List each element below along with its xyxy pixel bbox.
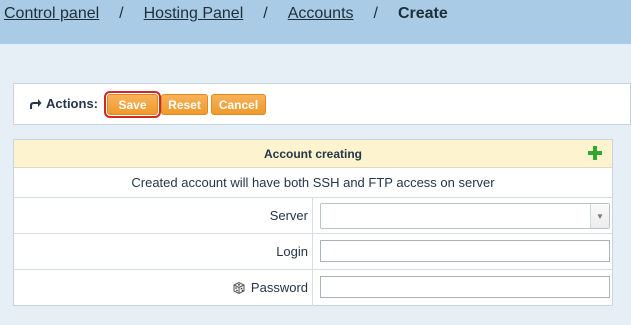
actions-label: Actions: — [46, 96, 98, 111]
form-info-text: Created account will have both SSH and F… — [131, 175, 495, 190]
breadcrumb: Control panel / Hosting Panel / Accounts… — [4, 4, 448, 24]
breadcrumb-accounts[interactable]: Accounts — [288, 5, 354, 23]
login-input[interactable] — [320, 240, 610, 262]
plus-icon[interactable] — [588, 146, 602, 160]
top-bar: Control panel / Hosting Panel / Accounts… — [0, 0, 631, 44]
breadcrumb-hosting-panel[interactable]: Hosting Panel — [144, 5, 244, 23]
password-label-group: Password — [232, 280, 308, 295]
column-divider — [312, 198, 313, 233]
cancel-button[interactable]: Cancel — [211, 94, 266, 115]
save-button[interactable]: Save — [104, 91, 161, 118]
breadcrumb-control-panel[interactable]: Control panel — [4, 5, 99, 23]
column-divider — [312, 270, 313, 306]
dice-icon[interactable] — [232, 281, 246, 295]
login-row: Login — [14, 234, 612, 270]
actions-panel: Actions: Save Reset Cancel — [13, 83, 631, 125]
column-divider — [312, 234, 313, 269]
server-label: Server — [269, 208, 308, 223]
breadcrumb-current: Create — [397, 5, 448, 22]
account-form: Account creating Created account will ha… — [13, 139, 613, 306]
reset-button[interactable]: Reset — [161, 94, 208, 115]
breadcrumb-separator: / — [373, 5, 378, 22]
form-title: Account creating — [263, 146, 362, 161]
password-row: Password — [14, 270, 612, 306]
breadcrumb-separator: / — [119, 5, 124, 22]
chevron-down-icon[interactable]: ▼ — [590, 204, 609, 228]
server-select[interactable]: ▼ — [320, 203, 610, 229]
breadcrumb-separator: / — [263, 5, 268, 22]
share-arrow-icon — [30, 98, 42, 109]
form-header: Account creating — [14, 140, 612, 168]
server-row: Server ▼ — [14, 198, 612, 234]
login-label: Login — [276, 244, 308, 259]
form-info-row: Created account will have both SSH and F… — [14, 168, 612, 198]
password-input[interactable] — [320, 276, 610, 298]
actions-label-group: Actions: — [28, 96, 98, 111]
password-label: Password — [250, 280, 308, 295]
